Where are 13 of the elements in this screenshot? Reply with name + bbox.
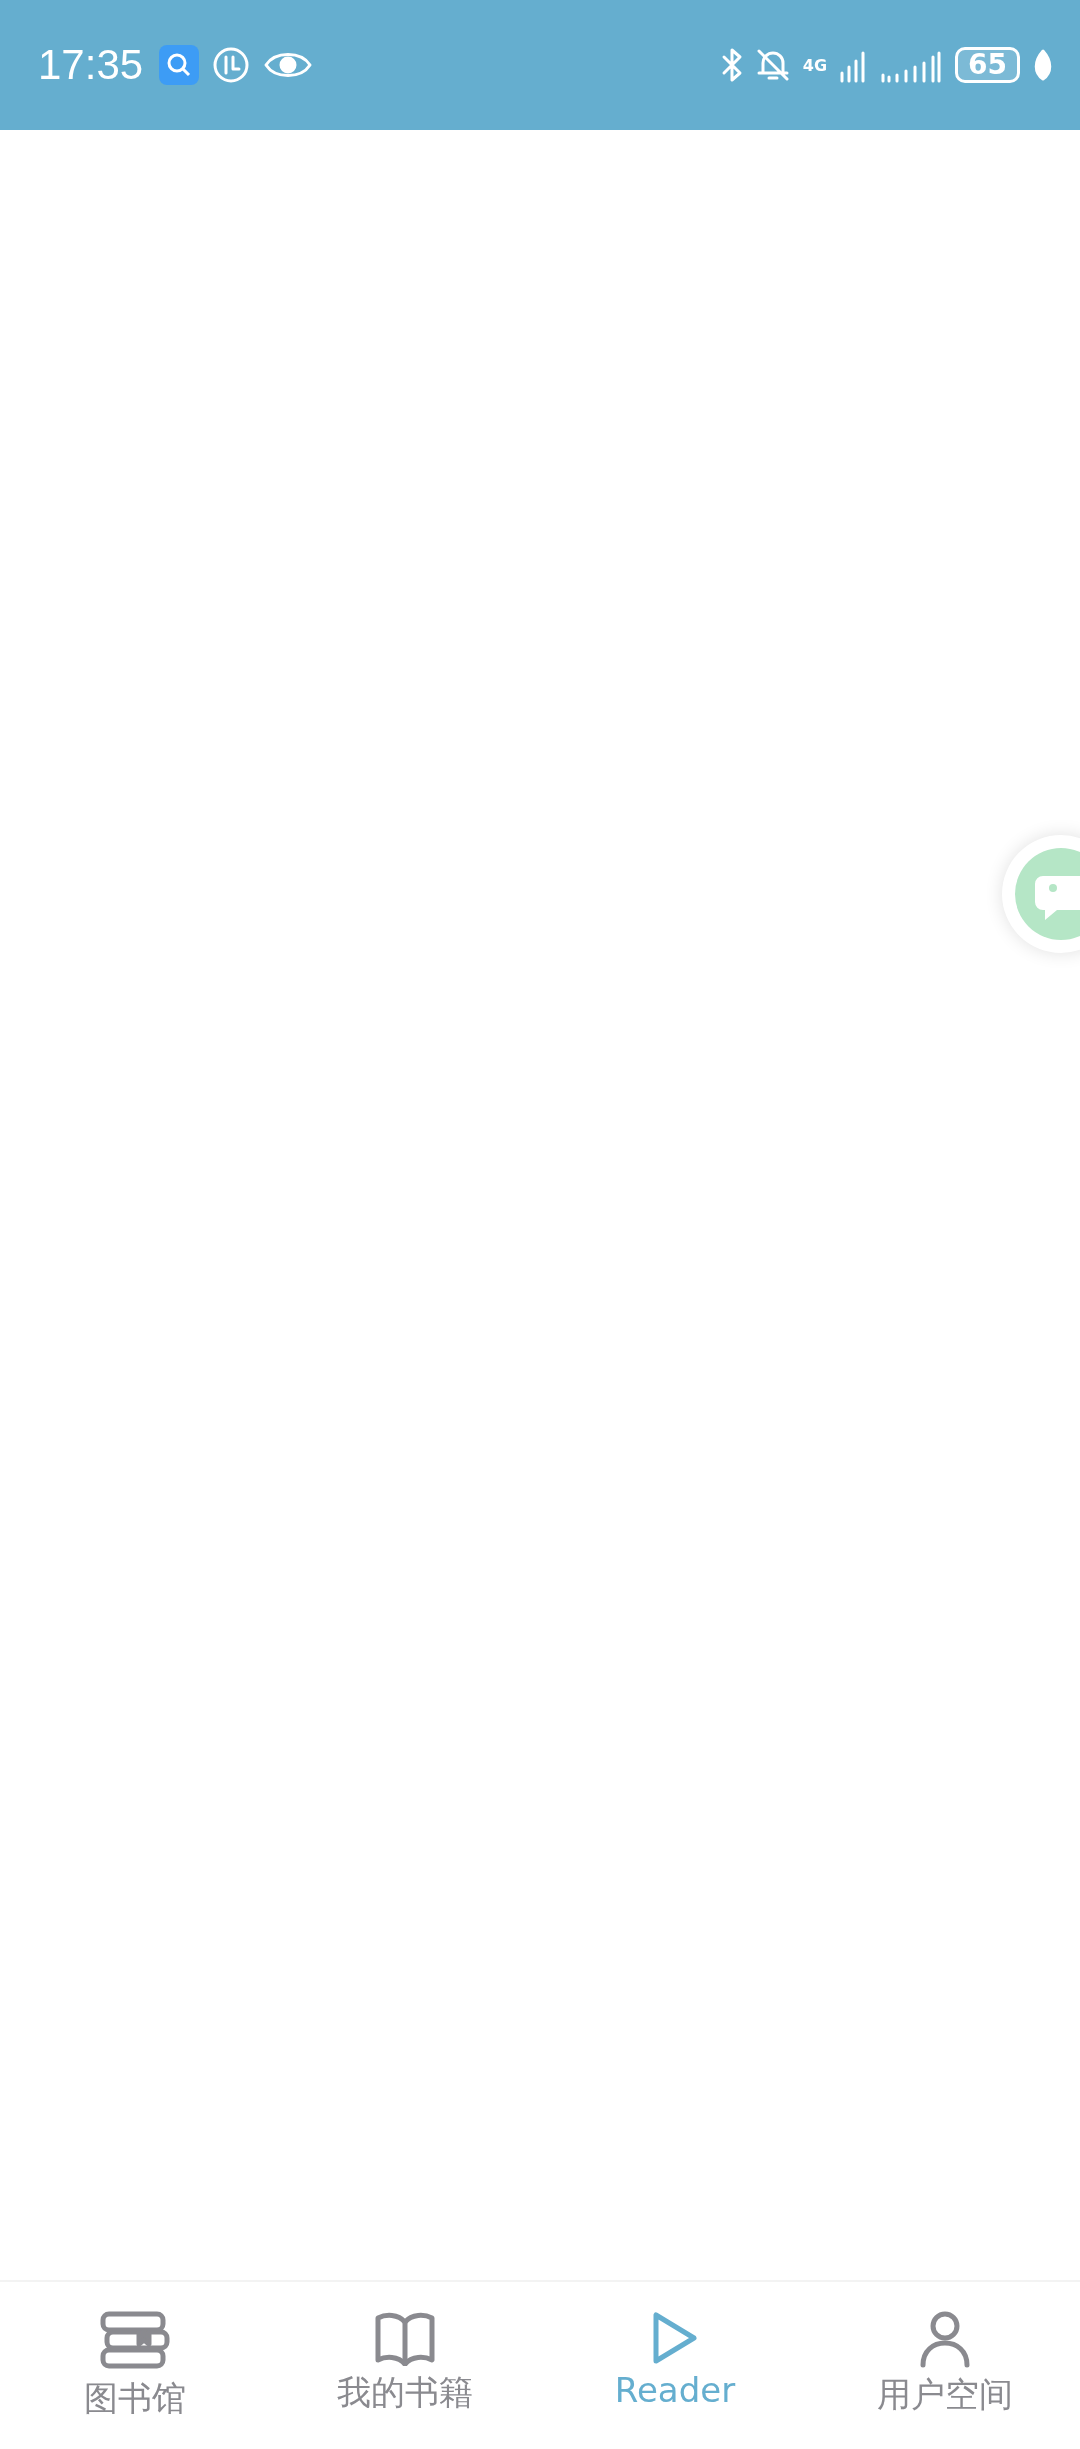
network-type: 4G: [802, 55, 828, 75]
nav-tab[interactable]: Reader: [540, 2282, 810, 2449]
leaf-icon: [1032, 47, 1054, 83]
user-icon: [919, 2310, 971, 2368]
nav-tab[interactable]: 用户空间: [810, 2282, 1080, 2449]
search-app-icon: [159, 45, 200, 85]
open-book-icon: [374, 2310, 436, 2366]
bluetooth-icon: [720, 47, 743, 83]
battery-level: 65: [955, 47, 1020, 83]
nav-tab[interactable]: 图书馆: [0, 2282, 270, 2449]
nav-tab[interactable]: 我的书籍: [270, 2282, 540, 2449]
books-icon: [99, 2310, 171, 2372]
clock-time: 17:35: [38, 41, 144, 89]
